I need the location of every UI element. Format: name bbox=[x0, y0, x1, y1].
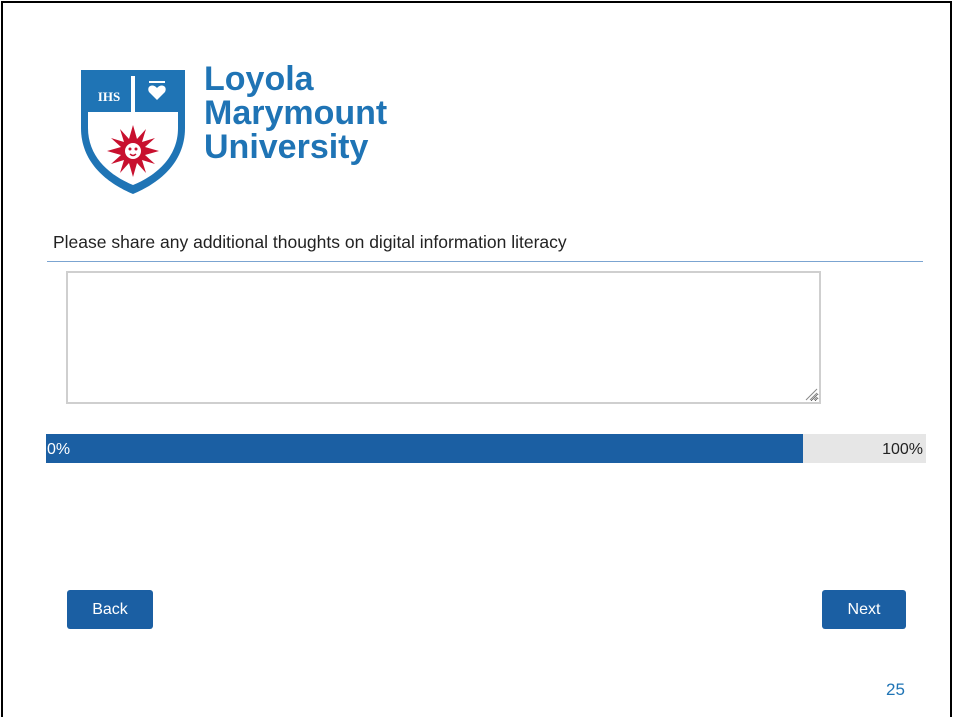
next-button[interactable]: Next bbox=[822, 590, 906, 629]
logo-line-1: Loyola bbox=[204, 60, 314, 98]
question-divider bbox=[47, 261, 923, 262]
answer-textarea[interactable] bbox=[66, 271, 821, 404]
question-text: Please share any additional thoughts on … bbox=[53, 232, 567, 252]
resize-handle-icon[interactable] bbox=[804, 387, 818, 401]
logo-line-2: Marymount bbox=[204, 94, 388, 132]
progress-bar-fill bbox=[46, 434, 803, 463]
logo-wordmark: Loyola Marymount University bbox=[204, 62, 387, 164]
ihs-monogram: IHS bbox=[98, 89, 120, 104]
logo-line-3: University bbox=[204, 128, 369, 166]
progress-bar bbox=[46, 434, 926, 463]
shield-crest-icon: IHS bbox=[81, 70, 185, 194]
progress-start-label: 0% bbox=[47, 441, 71, 458]
university-logo: IHS Loyola Marymount University bbox=[77, 62, 417, 196]
progress-end-label: 100% bbox=[882, 441, 923, 458]
back-button[interactable]: Back bbox=[67, 590, 153, 629]
page-number: 25 bbox=[886, 680, 905, 699]
